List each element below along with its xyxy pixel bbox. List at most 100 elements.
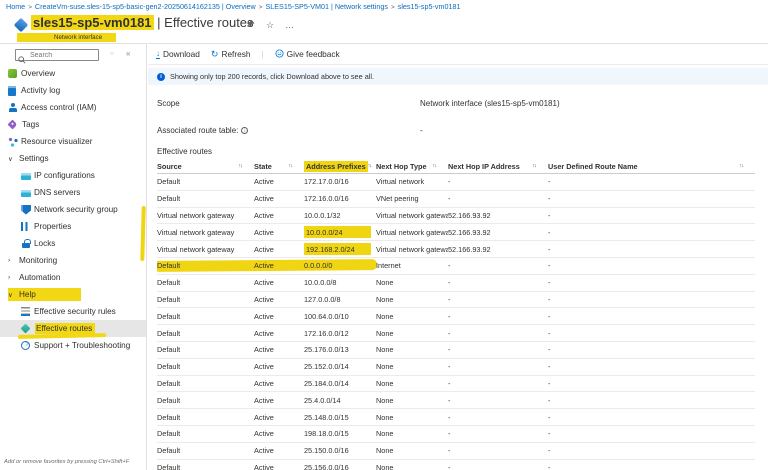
cell-state: Active bbox=[254, 210, 274, 220]
give-feedback-button[interactable]: Give feedback bbox=[275, 48, 340, 60]
cell-state: Active bbox=[254, 177, 274, 187]
sidebar-item-label: Resource visualizer bbox=[21, 137, 93, 146]
cell-state: Active bbox=[254, 345, 274, 355]
sidebar-item-dns-servers[interactable]: DNS servers bbox=[0, 184, 146, 201]
sidebar-item-effective-security-rules[interactable]: Effective security rules bbox=[0, 303, 146, 320]
cell-next-hop-type: Internet bbox=[376, 261, 401, 271]
chevron-down-icon: ∨ bbox=[8, 155, 13, 163]
cell-udr-name: - bbox=[548, 429, 551, 439]
sidebar-item-tags[interactable]: Tags bbox=[0, 116, 146, 133]
column-header-address-prefixes[interactable]: Address Prefixes ↑↓ bbox=[304, 160, 376, 172]
table-row: Default Active 25.4.0.0/14 None - - bbox=[157, 392, 755, 410]
breadcrumb-link-nic[interactable]: sles15-sp5-vm0181 bbox=[398, 2, 461, 11]
cell-source: Default bbox=[157, 294, 181, 304]
associated-route-table-value: - bbox=[420, 126, 423, 135]
cell-udr-name: - bbox=[548, 261, 551, 271]
title-actions: ☆ … bbox=[247, 20, 294, 30]
sidebar-group-automation[interactable]: › Automation bbox=[0, 269, 146, 286]
download-button[interactable]: ↓ Download bbox=[156, 49, 200, 59]
sidebar-item-label: Monitoring bbox=[19, 256, 58, 265]
column-header-state[interactable]: State ↑↓ bbox=[254, 162, 304, 171]
cell-next-hop-type: None bbox=[376, 395, 394, 405]
sidebar-item-overview[interactable]: Overview bbox=[0, 65, 146, 82]
cell-prefix: 25.176.0.0/13 bbox=[304, 345, 349, 355]
ellipsis-icon[interactable]: … bbox=[285, 20, 294, 30]
cell-udr-name: - bbox=[548, 412, 551, 422]
cell-source: Default bbox=[157, 278, 181, 288]
breadcrumb: Home > CreateVm-suse.sles-15-sp5-basic-gen… bbox=[6, 2, 460, 11]
search-input[interactable] bbox=[15, 49, 99, 61]
cell-udr-name: - bbox=[548, 395, 551, 405]
pin-icon[interactable] bbox=[247, 20, 255, 30]
breadcrumb-separator-icon: > bbox=[390, 4, 395, 11]
column-header-next-hop-type[interactable]: Next Hop Type ↑↓ bbox=[376, 162, 448, 171]
cell-source: Default bbox=[157, 194, 181, 204]
cell-state: Active bbox=[254, 362, 274, 372]
breadcrumb-link-deployment[interactable]: CreateVm-suse.sles-15-sp5-basic-gen2-202… bbox=[35, 2, 256, 11]
sidebar-item-label: Properties bbox=[34, 222, 72, 231]
resource-type-badge: Network interface bbox=[17, 33, 117, 42]
breadcrumb-link-home[interactable]: Home bbox=[6, 2, 25, 11]
sidebar-group-settings[interactable]: ∨ Settings bbox=[0, 150, 146, 167]
sidebar-item-support-troubleshooting[interactable]: Support + Troubleshooting bbox=[0, 337, 146, 354]
ip-configurations-icon bbox=[21, 172, 31, 180]
cell-state: Active bbox=[254, 244, 274, 254]
cell-udr-name: - bbox=[548, 311, 551, 321]
clear-icon[interactable]: ○ bbox=[110, 51, 114, 57]
chevron-down-icon: ∨ bbox=[8, 291, 13, 299]
cell-udr-name: - bbox=[548, 446, 551, 456]
cell-next-hop-type: None bbox=[376, 462, 394, 470]
sidebar-item-network-security-group[interactable]: Network security group bbox=[0, 201, 146, 218]
breadcrumb-link-vm[interactable]: SLES15-SP5-VM01 | Network settings bbox=[265, 2, 388, 11]
chevron-right-icon: › bbox=[8, 257, 11, 264]
cell-prefix: 172.16.0.0/16 bbox=[304, 194, 349, 204]
cell-prefix: 25.156.0.0/16 bbox=[304, 462, 349, 470]
cell-next-hop-ip: - bbox=[448, 446, 451, 456]
sort-icon: ↑↓ bbox=[739, 163, 743, 169]
refresh-button[interactable]: ↻ Refresh bbox=[211, 49, 251, 59]
cell-next-hop-type: None bbox=[376, 362, 394, 372]
cell-prefix: 100.64.0.0/10 bbox=[304, 311, 349, 321]
info-banner: i Showing only top 200 records, click Do… bbox=[148, 68, 768, 85]
sidebar-group-help[interactable]: ∨ Help bbox=[0, 286, 146, 303]
cell-state: Active bbox=[254, 378, 274, 388]
sidebar-item-properties[interactable]: Properties bbox=[0, 218, 146, 235]
collapse-sidebar-icon[interactable]: « bbox=[126, 49, 130, 58]
cell-source: Default bbox=[157, 362, 181, 372]
cell-source: Virtual network gateway bbox=[157, 210, 235, 220]
sidebar-item-access-control-iam[interactable]: Access control (IAM) bbox=[0, 99, 146, 116]
sidebar-item-locks[interactable]: Locks bbox=[0, 235, 146, 252]
scope-label: Scope bbox=[157, 99, 180, 108]
cell-state: Active bbox=[254, 311, 274, 321]
main-content: ↓ Download ↻ Refresh | Give feedback i S… bbox=[148, 43, 768, 470]
info-tooltip-icon[interactable]: i bbox=[241, 127, 249, 134]
sidebar-item-label: Locks bbox=[34, 239, 56, 248]
sidebar-item-effective-routes[interactable]: Effective routes bbox=[0, 320, 146, 337]
table-row: Default Active 198.18.0.0/15 None - - bbox=[157, 426, 755, 443]
cell-next-hop-ip: 52.166.93.92 bbox=[448, 244, 491, 254]
page-name: Effective routes bbox=[164, 15, 254, 30]
table-row: Default Active 25.150.0.0/16 None - - bbox=[157, 443, 755, 460]
cell-next-hop-ip: - bbox=[448, 412, 451, 422]
sidebar-item-resource-visualizer[interactable]: Resource visualizer bbox=[0, 133, 146, 150]
cell-udr-name: - bbox=[548, 244, 551, 254]
sidebar-item-activity-log[interactable]: Activity log bbox=[0, 82, 146, 99]
cell-prefix: 127.0.0.0/8 bbox=[304, 294, 341, 304]
table-row: Default Active 172.16.0.0/12 None - - bbox=[157, 325, 755, 342]
sidebar-item-label: Automation bbox=[19, 273, 61, 282]
cell-source: Default bbox=[157, 378, 181, 388]
star-icon[interactable]: ☆ bbox=[266, 20, 274, 30]
cell-prefix: 10.0.0.0/24 bbox=[304, 226, 376, 239]
sidebar-group-monitoring[interactable]: › Monitoring bbox=[0, 252, 146, 269]
table-row: Default Active 25.184.0.0/14 None - - bbox=[157, 376, 755, 393]
effective-routes-icon bbox=[20, 323, 31, 334]
cell-prefix: 0.0.0.0/0 bbox=[304, 261, 333, 271]
cell-next-hop-ip: - bbox=[448, 278, 451, 288]
column-header-udr-name[interactable]: User Defined Route Name ↑↓ bbox=[548, 162, 755, 171]
cell-state: Active bbox=[254, 395, 274, 405]
column-header-source[interactable]: Source ↑↓ bbox=[157, 162, 254, 171]
sidebar-item-label: Help bbox=[19, 290, 36, 299]
sidebar-item-ip-configurations[interactable]: IP configurations bbox=[0, 167, 146, 184]
cell-next-hop-type: Virtual network gateway bbox=[376, 227, 448, 237]
column-header-next-hop-ip[interactable]: Next Hop IP Address ↑↓ bbox=[448, 162, 548, 171]
